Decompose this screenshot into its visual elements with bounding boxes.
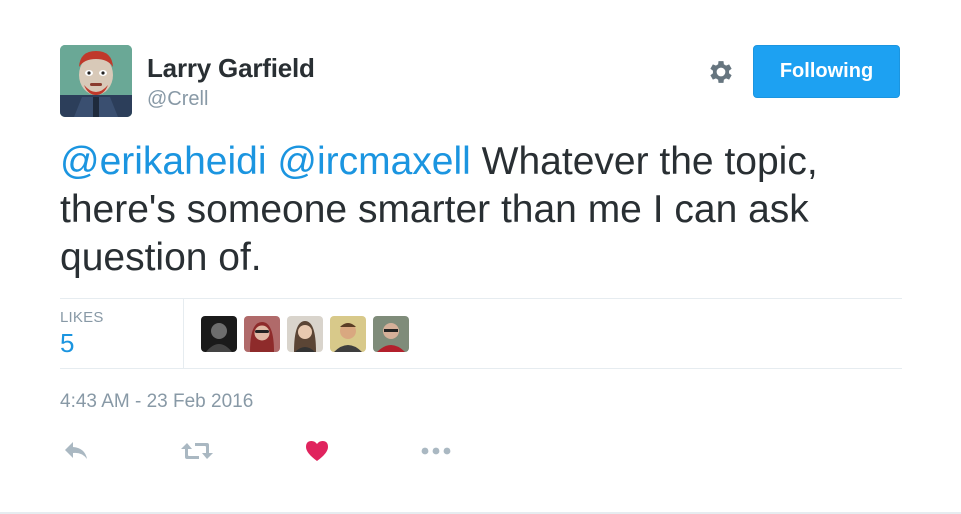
liker-avatar-2[interactable] <box>244 316 280 352</box>
more-icon[interactable] <box>419 436 453 466</box>
author-username[interactable]: @Crell <box>147 88 208 111</box>
liker-avatar-5[interactable] <box>373 316 409 352</box>
retweet-icon[interactable] <box>180 436 214 466</box>
liker-avatar-1[interactable] <box>201 316 237 352</box>
reply-icon[interactable] <box>59 436 93 466</box>
likes-label[interactable]: LIKES <box>60 309 104 326</box>
author-avatar[interactable] <box>60 45 132 117</box>
heart-icon[interactable] <box>300 436 334 466</box>
stats-divider-top <box>60 298 902 299</box>
stats-divider-bottom <box>60 368 902 369</box>
liker-avatar-3[interactable] <box>287 316 323 352</box>
stats-divider-vertical <box>183 298 184 368</box>
liker-avatars <box>201 316 409 352</box>
tweet-timestamp[interactable]: 4:43 AM - 23 Feb 2016 <box>60 391 253 413</box>
likes-count[interactable]: 5 <box>60 328 74 359</box>
mention-link-erikaheidi[interactable]: @erikaheidi <box>60 140 267 183</box>
liker-avatar-4[interactable] <box>330 316 366 352</box>
gear-icon[interactable] <box>706 57 736 87</box>
following-button[interactable]: Following <box>753 45 900 98</box>
author-fullname[interactable]: Larry Garfield <box>147 53 315 84</box>
avatar-image <box>60 45 132 117</box>
tweet-text: @erikaheidi @ircmaxell Whatever the topi… <box>60 138 890 282</box>
mention-link-ircmaxell[interactable]: @ircmaxell <box>277 140 470 183</box>
